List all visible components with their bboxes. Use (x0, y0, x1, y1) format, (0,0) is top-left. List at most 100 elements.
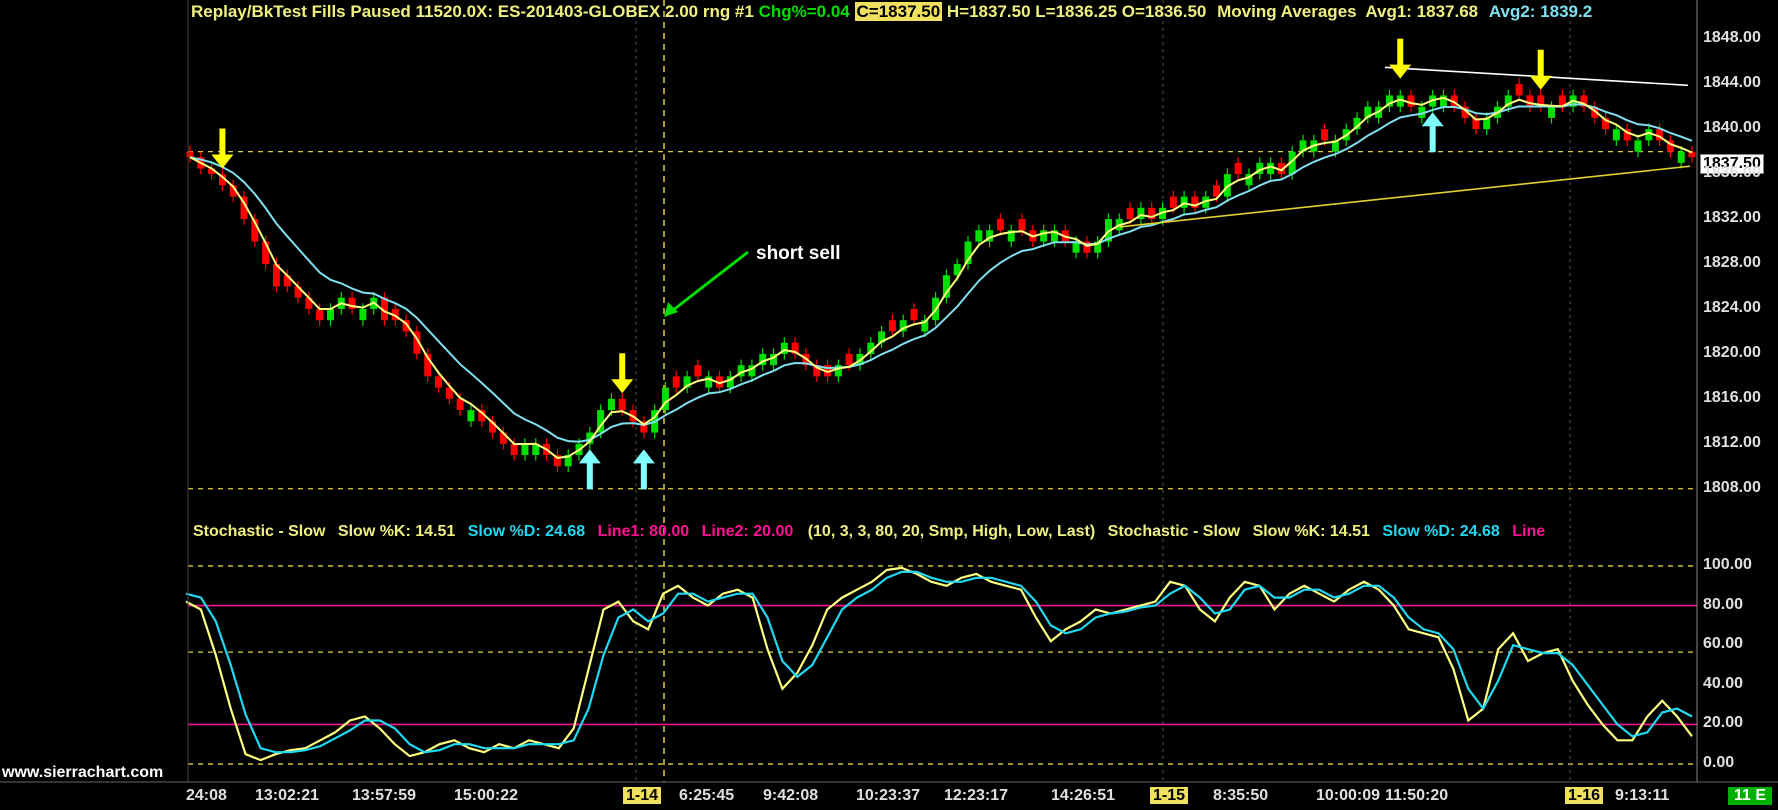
sell-arrow-icon (211, 128, 234, 169)
candle-body (326, 308, 334, 321)
price-tick-label: 1836.00 (1703, 164, 1761, 182)
stoch-name: Stochastic - Slow (193, 523, 326, 540)
time-tick-label: 9:13:11 (1615, 787, 1670, 804)
time-tick-label: 11:50:20 (1385, 787, 1449, 804)
time-tick-label: 8:35:50 (1213, 787, 1269, 804)
stoch-tick-label: 20.00 (1703, 714, 1744, 732)
time-tick-label: 24:08 (186, 787, 227, 804)
price-tick-label: 1820.00 (1703, 343, 1761, 361)
candle-body (1515, 84, 1523, 96)
candle-body (1612, 129, 1620, 141)
avg2-value: Avg2: 1839.2 (1488, 2, 1593, 21)
candle-body (1526, 95, 1534, 107)
candle-body (607, 398, 615, 411)
candle-body (996, 219, 1004, 231)
candle-body (521, 443, 529, 456)
bar-counter: 11 E (1728, 787, 1773, 805)
avg2-line (189, 103, 1693, 443)
candle-body (1677, 151, 1685, 163)
sell-arrow-icon (1389, 38, 1412, 79)
watermark[interactable]: www.sierrachart.com (2, 764, 163, 782)
stoch-d-value-2: Slow %D: 24.68 (1382, 523, 1500, 540)
stoch-k-line (185, 566, 1693, 762)
candle-body (845, 353, 853, 366)
time-tick-label: 1-16 (1565, 787, 1604, 805)
candle-body (1321, 129, 1329, 141)
chart-header: Replay/BkTest Fills Paused 11520.0X: ES-… (191, 1, 1592, 22)
stochastic-lines (185, 566, 1693, 762)
chart-title: Replay/BkTest Fills Paused 11520.0X: ES-… (191, 2, 754, 21)
stoch-line1: Line1: 80.00 (597, 523, 690, 540)
stoch-params: (10, 3, 3, 80, 20, Smp, High, Low, Last) (807, 523, 1096, 540)
price-tick-label: 1816.00 (1703, 388, 1761, 406)
candle-body (1645, 129, 1653, 141)
candle-body (1018, 219, 1026, 231)
candle-body (1407, 95, 1415, 107)
candle-body (910, 308, 918, 321)
candle-body (618, 398, 626, 411)
sell-arrow-icon (1529, 49, 1552, 90)
time-tick-label: 13:02:21 (255, 787, 320, 804)
price-tick-label: 1840.00 (1703, 119, 1761, 137)
stochastic-header: Stochastic - Slow Slow %K: 14.51 Slow %D… (193, 521, 1545, 542)
time-tick-label: 10:00:09 (1316, 787, 1381, 804)
trade-signal-arrows (211, 38, 1552, 490)
annotation-arrow (667, 250, 749, 316)
close-price-badge: C=1837.50 (854, 2, 943, 21)
stoch-tick-label: 60.00 (1703, 635, 1744, 653)
moving-averages-label: Moving Averages (1217, 2, 1357, 21)
stoch-d-value: Slow %D: 24.68 (467, 523, 586, 540)
candle-body (1169, 196, 1177, 208)
time-tick-label: 9:42:08 (763, 787, 819, 804)
candle-body (316, 308, 324, 321)
stoch-tick-label: 40.00 (1703, 674, 1744, 692)
stoch-k-value: Slow %K: 14.51 (337, 523, 456, 540)
price-tick-label: 1844.00 (1703, 74, 1761, 92)
candle-body (435, 376, 443, 388)
candle-body (1267, 162, 1275, 175)
stochastic-reference-lines (188, 604, 1697, 726)
time-tick-label: 1-15 (1150, 787, 1189, 805)
chart-grid (188, 0, 1697, 782)
candle-body (1234, 162, 1242, 175)
stoch-line2: Line2: 20.00 (701, 523, 794, 540)
price-tick-label: 1828.00 (1703, 254, 1761, 271)
price-tick-label: 1848.00 (1703, 29, 1761, 47)
moving-average-lines (189, 66, 1693, 459)
stoch-tick-label: 80.00 (1703, 595, 1744, 613)
candle-body (1548, 106, 1556, 118)
candle-body (888, 320, 896, 332)
stoch-tick-label: 100.00 (1703, 555, 1752, 573)
price-tick-label: 1812.00 (1703, 433, 1761, 451)
candle-body (359, 308, 367, 321)
avg1-value: Avg1: 1837.68 (1365, 2, 1479, 21)
sell-arrow-icon (611, 353, 634, 394)
price-tick-label: 1824.00 (1703, 298, 1761, 316)
buy-arrow-icon (1421, 112, 1444, 153)
time-tick-label: 15:00:22 (454, 787, 519, 804)
price-tick-label: 1832.00 (1703, 209, 1761, 227)
time-tick-label: 6:25:45 (679, 787, 735, 804)
time-tick-label: 10:23:37 (856, 787, 921, 804)
candle-body (1634, 140, 1642, 152)
buy-arrow-icon (578, 449, 601, 490)
stoch-line1-truncated: Line (1512, 523, 1546, 540)
price-chart[interactable] (0, 0, 1778, 810)
candle-body (672, 376, 680, 388)
chart-axes (0, 0, 1778, 783)
time-tick-label: 13:57:59 (352, 787, 417, 804)
time-tick-label: 14:26:51 (1051, 787, 1116, 804)
stoch-tick-label: 0.00 (1703, 754, 1735, 772)
candle-body (456, 398, 464, 411)
candle-body (694, 365, 702, 377)
candle-body (467, 410, 475, 422)
stoch-name-2: Stochastic - Slow (1107, 523, 1241, 540)
candle-body (510, 443, 518, 456)
price-tick-label: 1808.00 (1703, 478, 1761, 496)
candle-body (1126, 207, 1134, 220)
ohl-values: H=1837.50 L=1836.25 O=1836.50 (946, 2, 1207, 21)
short-sell-annotation: short sell (756, 243, 841, 264)
candle-body (975, 230, 983, 242)
time-tick-label: 1-14 (623, 787, 662, 805)
change-percent: Chg%=0.04 (758, 2, 850, 21)
